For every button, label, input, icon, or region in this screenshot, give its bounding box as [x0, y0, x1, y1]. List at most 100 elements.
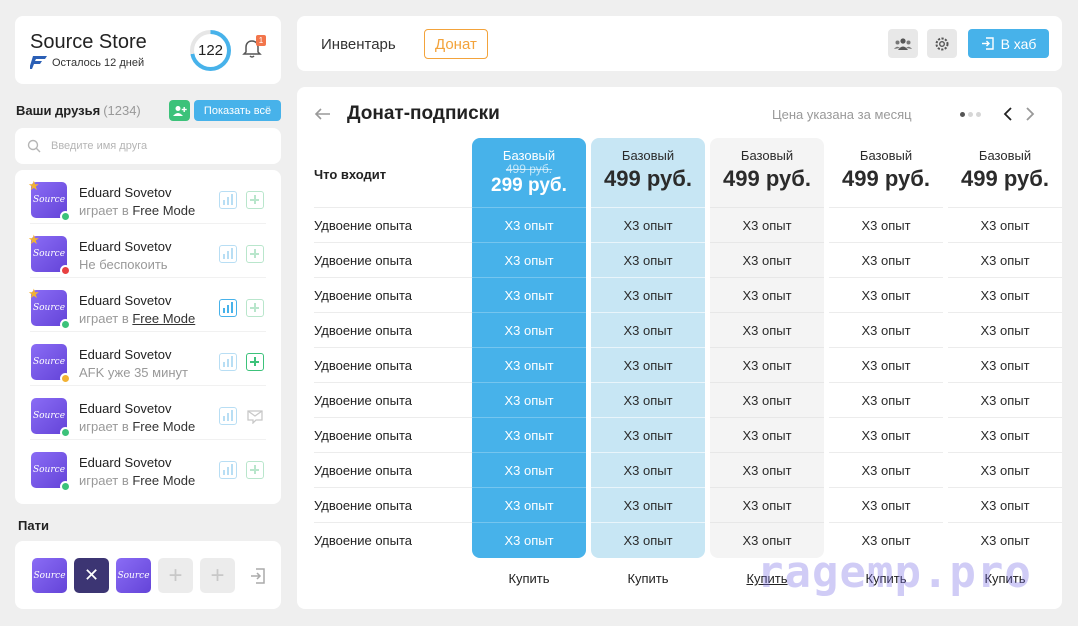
add-friend-icon[interactable]: [246, 191, 264, 209]
friend-status: играет в Free Mode: [79, 203, 195, 218]
stats-icon[interactable]: [219, 461, 237, 479]
stats-icon[interactable]: [219, 353, 237, 371]
plan-cell: X3 опыт: [829, 452, 943, 487]
plan-cell: X3 опыт: [710, 382, 824, 417]
status-online-dot: [60, 427, 71, 438]
friend-item[interactable]: Source ★ Eduard Sovetov играет в Free Mode: [15, 170, 281, 224]
friend-name: Eduard Sovetov: [79, 347, 172, 362]
plan-cell: X3 опыт: [591, 382, 705, 417]
friend-status-text: AFK уже 35 минут: [79, 365, 188, 380]
buy-button[interactable]: Купить: [591, 571, 705, 586]
friend-status: играет в Free Mode: [79, 473, 195, 488]
friend-status: AFK уже 35 минут: [79, 365, 188, 380]
to-hub-button[interactable]: В хаб: [968, 29, 1049, 58]
friend-game: Free Mode: [132, 311, 196, 326]
plan-cell: X3 опыт: [472, 242, 586, 277]
feature-label: Удвоение опыта: [314, 207, 472, 242]
notification-badge: 1: [256, 35, 266, 46]
friend-status-text: играет в: [79, 473, 133, 488]
party-member-avatar[interactable]: Source: [116, 558, 151, 593]
feature-label: Удвоение опыта: [314, 522, 472, 557]
add-friend-button[interactable]: [169, 100, 190, 121]
plan-cell: X3 опыт: [472, 207, 586, 242]
plan-cell: X3 опыт: [591, 277, 705, 312]
plan-cell: X3 опыт: [472, 347, 586, 382]
show-all-friends-button[interactable]: Показать всё: [194, 100, 281, 121]
page-dot[interactable]: [976, 112, 981, 117]
plan-name: Базовый: [740, 148, 794, 163]
chevron-right-icon[interactable]: [1023, 105, 1037, 123]
plan-cell: X3 опыт: [829, 487, 943, 522]
plan-cell: X3 опыт: [472, 487, 586, 522]
status-online-dot: [60, 319, 71, 330]
plan-cell: X3 опыт: [591, 207, 705, 242]
party-empty-slot[interactable]: +: [158, 558, 193, 593]
stats-icon[interactable]: [219, 191, 237, 209]
plan-cell: X3 опыт: [829, 382, 943, 417]
friends-button[interactable]: [888, 29, 918, 58]
level-ring: 122: [190, 30, 231, 71]
plan-cell: X3 опыт: [472, 417, 586, 452]
store-card: Source Store Осталось 12 дней 122 1: [15, 16, 281, 84]
party-empty-slot[interactable]: +: [200, 558, 235, 593]
friend-search-input[interactable]: [51, 128, 271, 164]
plan-cell: X3 опыт: [472, 382, 586, 417]
friend-game: Free Mode: [132, 203, 196, 218]
feature-label: Удвоение опыта: [314, 382, 472, 417]
tab-inventory[interactable]: Инвентарь: [311, 29, 406, 59]
plan-cell: X3 опыт: [591, 242, 705, 277]
party-member-remove[interactable]: ✕: [74, 558, 109, 593]
add-friend-icon[interactable]: [246, 353, 264, 371]
friend-game: Free Mode: [132, 473, 196, 488]
stats-icon[interactable]: [219, 299, 237, 317]
chevron-left-icon[interactable]: [1001, 105, 1015, 123]
page-dot[interactable]: [968, 112, 973, 117]
feature-label: Удвоение опыта: [314, 452, 472, 487]
add-friend-icon[interactable]: [246, 245, 264, 263]
status-online-dot: [60, 211, 71, 222]
page-dot[interactable]: [960, 112, 965, 117]
to-hub-label: В хаб: [1000, 35, 1037, 52]
friend-item[interactable]: Source Eduard Sovetov AFK уже 35 минут: [15, 332, 281, 386]
friend-item[interactable]: Source ★ Eduard Sovetov играет в Free Mode: [15, 278, 281, 332]
watermark: ragemp.pro: [757, 547, 1032, 598]
plan-column: Базовый 499 руб. X3 опыт X3 опыт X3 опыт X3 о…: [591, 138, 705, 558]
friend-name: Eduard Sovetov: [79, 293, 172, 308]
plan-column: Базовый 499 руб. X3 опыт X3 опыт X3 опыт X3 о…: [710, 138, 824, 558]
plan-column: Базовый 499 руб. X3 опыт X3 опыт X3 опыт X3 о…: [948, 138, 1062, 558]
status-online-dot: [60, 481, 71, 492]
stats-icon[interactable]: [219, 245, 237, 263]
tab-donate[interactable]: Донат: [424, 29, 488, 59]
friend-status-text: играет в: [79, 203, 133, 218]
star-icon: ★: [28, 178, 40, 193]
back-arrow-icon[interactable]: [313, 104, 333, 124]
feature-label: Удвоение опыта: [314, 312, 472, 347]
plan-cell: X3 опыт: [948, 207, 1062, 242]
leave-party-icon[interactable]: [249, 567, 267, 585]
plan-column: Базовый 499 руб. 299 руб. X3 опыт X3 опыт X3 …: [472, 138, 586, 558]
plan-cell: X3 опыт: [710, 487, 824, 522]
plan-cell: X3 опыт: [710, 312, 824, 347]
plan-column: Базовый 499 руб. X3 опыт X3 опыт X3 опыт X3 о…: [829, 138, 943, 558]
add-friend-icon[interactable]: [246, 461, 264, 479]
plan-cell: X3 опыт: [829, 347, 943, 382]
stats-icon[interactable]: [219, 407, 237, 425]
friends-count: (1234): [103, 103, 141, 118]
plan-cell: X3 опыт: [948, 487, 1062, 522]
friend-item[interactable]: Source ★ Eduard Sovetov Не беспокоить: [15, 224, 281, 278]
friend-item[interactable]: Source Eduard Sovetov играет в Free Mode: [15, 440, 281, 494]
friend-status: играет в Free Mode: [79, 419, 195, 434]
status-busy-dot: [60, 265, 71, 276]
message-icon[interactable]: [246, 408, 264, 424]
feature-label: Удвоение опыта: [314, 417, 472, 452]
friend-name: Eduard Sovetov: [79, 185, 172, 200]
users-icon: [894, 37, 912, 50]
friend-item[interactable]: Source Eduard Sovetov играет в Free Mode: [15, 386, 281, 440]
price-note: Цена указана за месяц: [772, 107, 912, 122]
buy-button[interactable]: Купить: [472, 571, 586, 586]
add-friend-icon[interactable]: [246, 299, 264, 317]
friend-name: Eduard Sovetov: [79, 455, 172, 470]
friend-game: Free Mode: [132, 419, 196, 434]
settings-button[interactable]: [927, 29, 957, 58]
party-member-avatar[interactable]: Source: [32, 558, 67, 593]
